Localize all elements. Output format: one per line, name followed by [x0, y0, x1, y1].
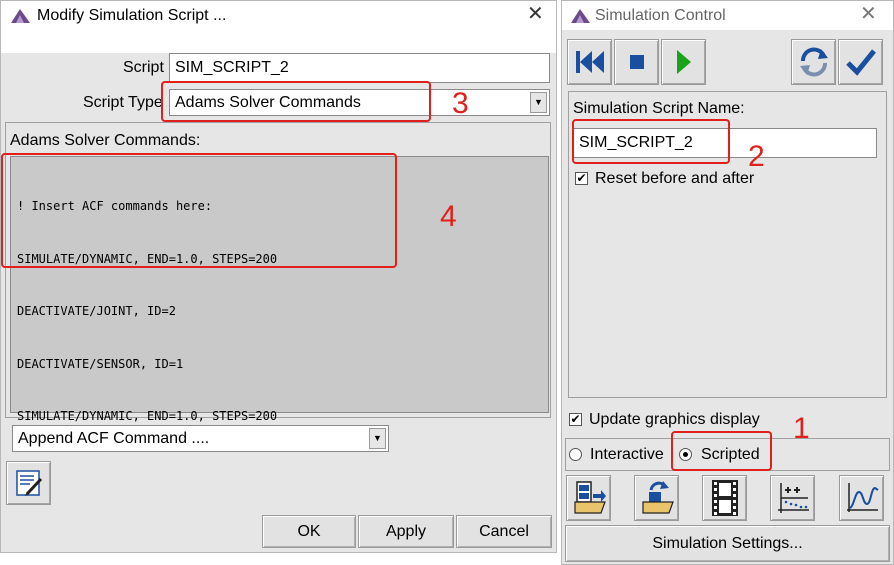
- update-graphics-checkbox[interactable]: ✔: [569, 413, 582, 426]
- code-line: DEACTIVATE/SENSOR, ID=1: [17, 356, 184, 371]
- script-name-label: Simulation Script Name:: [573, 100, 745, 117]
- annotation-number-4: 4: [440, 200, 457, 233]
- edit-script-button[interactable]: [6, 461, 51, 505]
- ok-button[interactable]: OK: [262, 515, 356, 548]
- edit-script-icon: [15, 470, 42, 496]
- rewind-to-start-icon: [575, 51, 604, 73]
- code-line: DEACTIVATE/JOINT, ID=2: [17, 304, 176, 318]
- ok-checkmark-button[interactable]: [838, 39, 883, 85]
- script-type-value: Adams Solver Commands: [175, 94, 361, 111]
- import-script-button[interactable]: [566, 475, 611, 521]
- script-name-field[interactable]: SIM_SCRIPT_2: [169, 53, 550, 83]
- modify-simulation-script-dialog: Modify Simulation Script ... ✕ Script SI…: [0, 0, 557, 553]
- interactive-radio[interactable]: [569, 448, 582, 461]
- modify-dialog-titlebar: Modify Simulation Script ... ✕: [1, 1, 556, 53]
- postprocessor-button[interactable]: [839, 475, 884, 521]
- plot-tracking-button[interactable]: [770, 475, 815, 521]
- modify-dialog-close-icon[interactable]: ✕: [527, 4, 544, 24]
- open-folder-icon: [641, 481, 674, 514]
- scripted-radio[interactable]: [679, 448, 692, 461]
- script-type-select[interactable]: Adams Solver Commands ▼: [169, 89, 550, 116]
- append-acf-command-select[interactable]: Append ACF Command .... ▼: [12, 425, 389, 452]
- simulation-control-window: Simulation Control ✕ Simulation Script N…: [561, 0, 894, 565]
- play-icon: [676, 50, 691, 74]
- update-graphics-label: Update graphics display: [589, 411, 760, 428]
- modify-dialog-title: Modify Simulation Script ...: [37, 7, 227, 24]
- checkmark-icon: [845, 49, 876, 76]
- adams-logo-icon: [11, 9, 30, 23]
- chevron-down-icon[interactable]: ▼: [369, 428, 386, 449]
- refresh-icon: [799, 47, 828, 77]
- scripted-label: Scripted: [701, 446, 760, 463]
- code-line: SIMULATE/DYNAMIC, END=1.0, STEPS=200: [17, 409, 278, 423]
- film-strip-icon: [711, 480, 738, 516]
- apply-button[interactable]: Apply: [358, 515, 454, 548]
- reset-checkbox[interactable]: ✔: [575, 172, 588, 185]
- adams-logo-icon: [571, 9, 590, 23]
- simulation-script-name-field[interactable]: SIM_SCRIPT_2: [573, 128, 877, 158]
- script-label: Script: [123, 59, 164, 76]
- annotation-number-2: 2: [748, 140, 765, 173]
- reset-label: Reset before and after: [595, 170, 755, 187]
- import-film-icon: [573, 481, 606, 514]
- sim-control-titlebar: Simulation Control ✕: [562, 1, 893, 30]
- plot-points-icon: [777, 483, 809, 513]
- annotation-number-3: 3: [452, 87, 469, 120]
- open-script-button[interactable]: [634, 475, 679, 521]
- stop-icon: [629, 55, 644, 69]
- refresh-button[interactable]: [791, 39, 836, 85]
- append-acf-command-value: Append ACF Command ....: [18, 430, 210, 447]
- animation-button[interactable]: [702, 475, 747, 521]
- cancel-button[interactable]: Cancel: [456, 515, 552, 548]
- interactive-label: Interactive: [590, 446, 664, 463]
- simulation-settings-button[interactable]: Simulation Settings...: [565, 525, 890, 562]
- play-button[interactable]: [661, 39, 706, 85]
- annotation-number-1: 1: [793, 412, 810, 445]
- acf-commands-textarea[interactable]: ! Insert ACF commands here: SIMULATE/DYN…: [10, 156, 549, 423]
- script-type-label: Script Type: [83, 94, 163, 111]
- code-line: SIMULATE/DYNAMIC, END=1.0, STEPS=200: [17, 251, 278, 266]
- reset-to-start-button[interactable]: [567, 39, 612, 85]
- commands-label: Adams Solver Commands:: [10, 132, 201, 149]
- code-line: ! Insert ACF commands here:: [17, 199, 213, 213]
- stop-button[interactable]: [614, 39, 659, 85]
- plot-curve-icon: [846, 483, 879, 512]
- chevron-down-icon[interactable]: ▼: [530, 92, 547, 113]
- sim-control-title: Simulation Control: [595, 7, 726, 24]
- sim-control-close-icon[interactable]: ✕: [860, 4, 877, 24]
